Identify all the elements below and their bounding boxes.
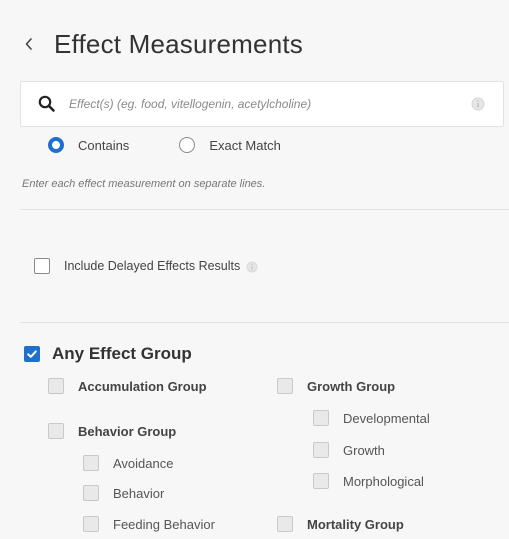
info-icon[interactable] (246, 260, 258, 273)
contains-radio-dot[interactable] (48, 137, 64, 153)
accumulation-group-checkbox[interactable] (48, 378, 64, 394)
avoidance-checkbox[interactable] (83, 455, 99, 471)
morphological-label: Morphological (343, 473, 424, 489)
any-effect-group-option[interactable]: Any Effect Group (24, 344, 192, 364)
delayed-effects-option[interactable]: Include Delayed Effects Results (34, 258, 258, 274)
hint-text: Enter each effect measurement on separat… (22, 178, 266, 190)
mortality-group-label: Mortality Group (307, 516, 404, 532)
delayed-effects-checkbox[interactable] (34, 258, 50, 274)
growth-group-label: Growth Group (307, 378, 396, 394)
behavior-item-avoidance[interactable]: Avoidance (83, 455, 173, 471)
developmental-checkbox[interactable] (313, 410, 329, 426)
growth-item-developmental[interactable]: Developmental (313, 410, 430, 426)
contains-label: Contains (78, 137, 130, 153)
feeding-behavior-checkbox[interactable] (83, 516, 99, 532)
avoidance-label: Avoidance (113, 455, 174, 471)
exact-match-radio-dot[interactable] (179, 137, 196, 153)
divider (20, 209, 509, 210)
developmental-label: Developmental (343, 410, 430, 426)
morphological-checkbox[interactable] (313, 473, 329, 489)
any-effect-group-checkbox[interactable] (24, 346, 40, 362)
effect-search-input[interactable] (69, 82, 471, 126)
behavior-checkbox[interactable] (83, 485, 99, 501)
match-mode-group: Contains Exact Match (48, 134, 281, 156)
mortality-group-checkbox[interactable] (277, 516, 293, 532)
growth-item-morphological[interactable]: Morphological (313, 473, 424, 489)
search-box[interactable] (20, 81, 504, 127)
growth-group-checkbox[interactable] (277, 378, 293, 394)
delayed-effects-label: Include Delayed Effects Results (64, 259, 241, 273)
search-icon (37, 94, 57, 114)
growth-label: Growth (343, 442, 385, 458)
chevron-left-icon[interactable] (24, 32, 40, 56)
behavior-group-checkbox[interactable] (48, 423, 64, 439)
exact-match-label: Exact Match (209, 137, 281, 153)
accumulation-group-label: Accumulation Group (78, 378, 207, 394)
exact-match-radio[interactable]: Exact Match (179, 137, 281, 153)
any-effect-group-label: Any Effect Group (52, 344, 192, 363)
behavior-item-behavior[interactable]: Behavior (83, 485, 164, 501)
divider (20, 322, 509, 323)
growth-checkbox[interactable] (313, 442, 329, 458)
info-icon[interactable] (471, 97, 485, 111)
growth-group-option[interactable]: Growth Group (277, 378, 395, 394)
behavior-item-feeding-behavior[interactable]: Feeding Behavior (83, 516, 215, 532)
panel-header: Effect Measurements (24, 26, 303, 62)
effect-measurements-panel: Effect Measurements Contains Exact Match… (0, 0, 509, 539)
page-title: Effect Measurements (54, 28, 303, 59)
growth-item-growth[interactable]: Growth (313, 442, 385, 458)
mortality-group-option[interactable]: Mortality Group (277, 516, 404, 532)
behavior-group-label: Behavior Group (78, 423, 177, 439)
behavior-label: Behavior (113, 485, 165, 501)
behavior-group-option[interactable]: Behavior Group (48, 423, 176, 439)
feeding-behavior-label: Feeding Behavior (113, 516, 215, 532)
contains-radio[interactable]: Contains (48, 137, 129, 153)
accumulation-group-option[interactable]: Accumulation Group (48, 378, 207, 394)
